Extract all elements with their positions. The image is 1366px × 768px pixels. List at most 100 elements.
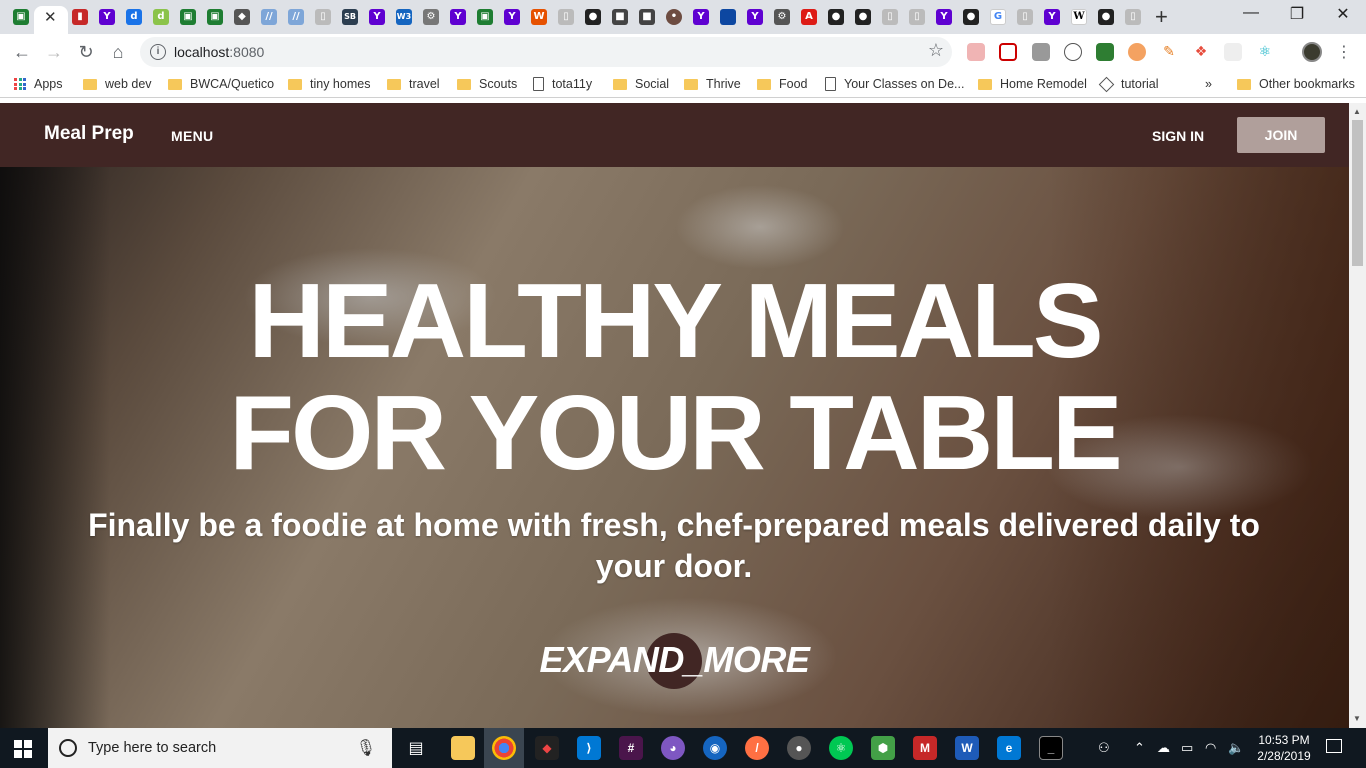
tab-yahoo4[interactable]: Y: [499, 6, 525, 28]
chrome-menu-icon[interactable]: ⋮: [1336, 42, 1352, 62]
tab-github4[interactable]: ●: [958, 6, 984, 28]
tab-cube[interactable]: ■: [607, 6, 633, 28]
edge-icon[interactable]: e: [997, 736, 1021, 760]
battery-icon[interactable]: ▭: [1181, 740, 1193, 756]
bookmark-apps[interactable]: Apps: [14, 75, 63, 93]
postman-icon[interactable]: /: [745, 736, 769, 760]
elephant-icon[interactable]: ●: [787, 736, 811, 760]
extension-icon[interactable]: [1128, 43, 1146, 61]
pocket-icon[interactable]: [999, 43, 1017, 61]
home-icon[interactable]: ⌂: [106, 40, 130, 64]
code-icon[interactable]: [1064, 43, 1082, 61]
page-scrollbar[interactable]: ▲ ▼: [1349, 103, 1366, 728]
tab-github[interactable]: ●: [580, 6, 606, 28]
cors-icon[interactable]: [1096, 43, 1114, 61]
tab-android4[interactable]: ▣: [472, 6, 498, 28]
system-clock[interactable]: 10:53 PM 2/28/2019: [1254, 732, 1314, 764]
tab-page2[interactable]: ▯: [553, 6, 579, 28]
bookmark-page[interactable]: Your Classes on De...: [825, 75, 964, 93]
url-text[interactable]: localhost:8080: [174, 44, 264, 60]
tab-google[interactable]: G: [985, 6, 1011, 28]
tab-slash[interactable]: //: [256, 6, 282, 28]
node-icon[interactable]: ⬢: [871, 736, 895, 760]
tab-yahoo6[interactable]: Y: [742, 6, 768, 28]
extension-icon[interactable]: [967, 43, 985, 61]
word-icon[interactable]: W: [955, 736, 979, 760]
tab-blue[interactable]: [715, 6, 741, 28]
tab-w3[interactable]: W3: [391, 6, 417, 28]
bookmark-folder[interactable]: Thrive: [684, 75, 741, 93]
tab-yahoo[interactable]: Y: [94, 6, 120, 28]
tab-github2[interactable]: ●: [823, 6, 849, 28]
tab-page[interactable]: ▯: [310, 6, 336, 28]
tab-gear[interactable]: ⚙: [418, 6, 444, 28]
bookmark-folder[interactable]: Home Remodel: [978, 75, 1087, 93]
task-view-icon[interactable]: ▤: [404, 736, 428, 760]
terminal-icon[interactable]: _: [1039, 736, 1063, 760]
address-bar[interactable]: i localhost:8080 ☆: [140, 37, 952, 67]
menu-button[interactable]: MENU: [171, 128, 213, 144]
tab-yahoo5[interactable]: Y: [688, 6, 714, 28]
firefox-icon[interactable]: ◉: [703, 736, 727, 760]
close-window-button[interactable]: ✕: [1320, 4, 1366, 24]
minimize-button[interactable]: —: [1228, 4, 1274, 22]
volume-icon[interactable]: 🔈: [1228, 740, 1244, 756]
forward-arrow-icon[interactable]: →: [42, 40, 66, 64]
taskbar-search-box[interactable]: Type here to search 🎙: [48, 728, 392, 768]
bookmark-folder[interactable]: Social: [613, 75, 669, 93]
close-tab-icon[interactable]: ✕: [44, 8, 57, 26]
color-icon[interactable]: ❖: [1192, 43, 1210, 61]
scroll-up-icon[interactable]: ▲: [1353, 107, 1361, 116]
tab-github5[interactable]: ●: [1093, 6, 1119, 28]
extension-icon[interactable]: [1224, 43, 1242, 61]
file-explorer-icon[interactable]: [451, 736, 475, 760]
tab-angular[interactable]: A: [796, 6, 822, 28]
restore-button[interactable]: ❐: [1274, 4, 1320, 24]
tray-expand-icon[interactable]: ⌃: [1134, 740, 1145, 756]
tab-cube2[interactable]: ■: [634, 6, 660, 28]
bookmark-tutorial[interactable]: tutorial: [1098, 75, 1159, 93]
expand-more-label[interactable]: EXPAND_MORE: [0, 639, 1349, 681]
vscode-icon[interactable]: ⟩: [577, 736, 601, 760]
profile-avatar[interactable]: [1302, 42, 1322, 62]
tab-yahoo7[interactable]: Y: [931, 6, 957, 28]
atom-icon[interactable]: ⚛: [829, 736, 853, 760]
tab-android2[interactable]: ▣: [175, 6, 201, 28]
tab-android-icon[interactable]: ▣: [8, 6, 34, 28]
tab-d[interactable]: d: [121, 6, 147, 28]
bookmark-star-icon[interactable]: ☆: [928, 40, 944, 61]
tab-yahoo2[interactable]: Y: [364, 6, 390, 28]
bookmark-folder[interactable]: travel: [387, 75, 440, 93]
bookmark-folder[interactable]: BWCA/Quetico: [168, 75, 274, 93]
back-arrow-icon[interactable]: ←: [10, 40, 34, 64]
github-desktop-icon[interactable]: ◕: [661, 736, 685, 760]
reload-icon[interactable]: ↻: [74, 40, 98, 64]
bookmarks-overflow-button[interactable]: »: [1205, 75, 1212, 93]
scroll-down-icon[interactable]: ▼: [1353, 714, 1361, 723]
tab-page6[interactable]: ▯: [1120, 6, 1146, 28]
tab-wikipedia[interactable]: W: [1066, 6, 1092, 28]
gitkraken-icon[interactable]: ◆: [535, 736, 559, 760]
info-icon[interactable]: i: [150, 44, 166, 60]
tab-circle[interactable]: •: [661, 6, 687, 28]
bookmark-folder[interactable]: Food: [757, 75, 808, 93]
people-icon[interactable]: ⚇: [1098, 740, 1110, 756]
tab-page3[interactable]: ▯: [877, 6, 903, 28]
sign-in-button[interactable]: SIGN IN: [1152, 128, 1204, 144]
new-tab-button[interactable]: +: [1155, 4, 1168, 30]
microphone-icon[interactable]: 🎙: [356, 738, 376, 758]
wifi-icon[interactable]: ◠: [1205, 740, 1216, 756]
slack-icon[interactable]: #: [619, 736, 643, 760]
windows-start-icon[interactable]: [14, 740, 32, 758]
tab-page4[interactable]: ▯: [904, 6, 930, 28]
bookmark-folder[interactable]: tiny homes: [288, 75, 370, 93]
cloud-icon[interactable]: ☁: [1157, 740, 1170, 756]
chrome-icon[interactable]: [492, 736, 516, 760]
tab-d2[interactable]: d: [148, 6, 174, 28]
tab-yahoo8[interactable]: Y: [1039, 6, 1065, 28]
tab-diamond[interactable]: ◆: [229, 6, 255, 28]
tab-w[interactable]: W: [526, 6, 552, 28]
tab-gear2[interactable]: ⚙: [769, 6, 795, 28]
join-button[interactable]: JOIN: [1237, 117, 1325, 153]
tab-slash2[interactable]: //: [283, 6, 309, 28]
